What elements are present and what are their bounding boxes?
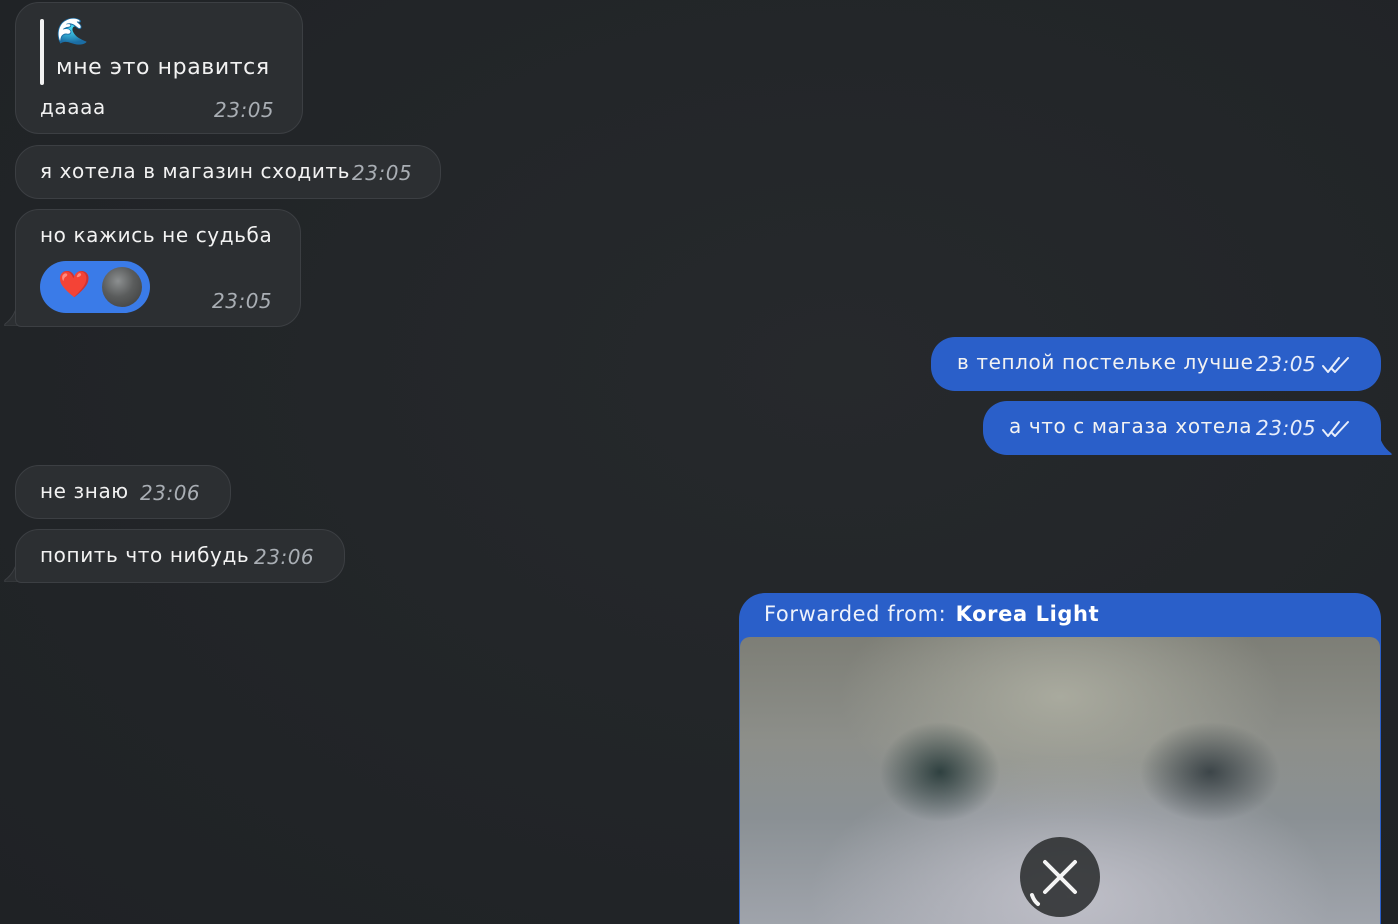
forward-source-link[interactable]: Korea Light (956, 602, 1100, 626)
message-time: 23:06 (140, 481, 201, 505)
forwarded-message[interactable]: Forwarded from: Korea Light (739, 593, 1381, 924)
message-time: 23:06 (254, 545, 315, 569)
message-time: 23:05 (214, 98, 275, 122)
message-bubble-incoming[interactable]: не знаю 23:06 (15, 465, 231, 519)
message-bubble-incoming[interactable]: попить что нибудь 23:06 (15, 529, 345, 583)
avatar (102, 267, 142, 307)
forward-header: Forwarded from: Korea Light (764, 602, 1099, 626)
message-text: попить что нибудь (40, 543, 250, 567)
message-time: 23:05 (1256, 416, 1317, 440)
media-preview[interactable] (740, 637, 1380, 924)
chat-area[interactable]: 🌊 мне это нравится даааа 23:05 я хотела … (0, 0, 1398, 924)
message-bubble-incoming[interactable]: но кажись не судьба ❤️ 23:05 (15, 209, 301, 327)
heart-icon: ❤️ (58, 270, 91, 300)
close-media-button[interactable] (1020, 837, 1100, 917)
message-text: даааа (40, 95, 106, 119)
message-bubble-incoming[interactable]: 🌊 мне это нравится даааа 23:05 (15, 2, 303, 134)
message-time: 23:05 (212, 289, 273, 313)
wave-emoji: 🌊 (56, 17, 89, 47)
message-text: не знаю (40, 479, 129, 503)
message-text: я хотела в магазин сходить (40, 159, 351, 183)
reply-quote-text[interactable]: мне это нравится (56, 55, 270, 80)
reply-quote-bar (40, 19, 44, 85)
message-bubble-outgoing[interactable]: а что с магаза хотела 23:05 (983, 401, 1381, 455)
message-time: 23:05 (352, 161, 413, 185)
message-bubble-incoming[interactable]: я хотела в магазин сходить 23:05 (15, 145, 441, 199)
double-check-icon (1322, 357, 1349, 373)
close-icon (1030, 860, 1077, 906)
double-check-icon (1322, 421, 1349, 437)
message-text: а что с магаза хотела (1009, 414, 1253, 438)
message-text: в теплой постельке лучше (957, 350, 1254, 374)
reaction-pill[interactable]: ❤️ (40, 261, 150, 313)
message-text: но кажись не судьба (40, 223, 273, 247)
forward-label: Forwarded from: (764, 602, 947, 626)
message-bubble-outgoing[interactable]: в теплой постельке лучше 23:05 (931, 337, 1381, 391)
message-time: 23:05 (1256, 352, 1317, 376)
